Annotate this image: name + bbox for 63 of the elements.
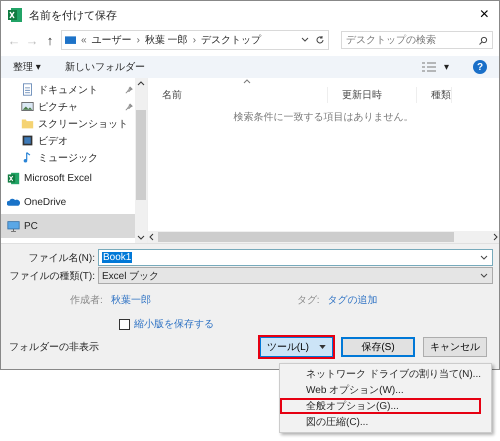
- document-icon: [21, 83, 34, 96]
- spreadsheet-app-icon: [7, 172, 20, 184]
- window-title: 名前を付けて保存: [29, 8, 117, 22]
- cancel-button[interactable]: キャンセル: [423, 337, 487, 357]
- nav-item[interactable]: OneDrive: [1, 190, 135, 214]
- hide-folders-button[interactable]: フォルダーの非表示: [7, 340, 99, 354]
- search-field[interactable]: デスクトップの検索: [341, 31, 493, 49]
- address-bar[interactable]: « ユーザー › 秋葉 一郎 › デスクトップ: [61, 30, 329, 50]
- scroll-right-icon[interactable]: [491, 233, 499, 241]
- nav-item[interactable]: ピクチャ: [1, 98, 135, 115]
- breadcrumb-separator: ›: [192, 34, 196, 46]
- column-header[interactable]: 名前: [148, 87, 328, 103]
- view-icon[interactable]: [422, 62, 436, 72]
- tools-button[interactable]: ツール(L): [260, 337, 333, 357]
- tags-label: タグ:: [296, 294, 320, 307]
- nav-item[interactable]: ドキュメント: [1, 81, 135, 98]
- film-icon: [21, 134, 34, 147]
- author-label: 作成者:: [70, 294, 103, 307]
- cloud-icon: [7, 196, 20, 208]
- scroll-down-icon[interactable]: [137, 233, 145, 241]
- save-thumbnail-label[interactable]: 縮小版を保存する: [134, 317, 214, 331]
- breadcrumb-separator: ›: [136, 34, 140, 46]
- new-folder-button[interactable]: 新しいフォルダー: [64, 60, 145, 74]
- filename-field[interactable]: Book1: [98, 249, 493, 266]
- nav-item[interactable]: Microsoft Excel: [1, 166, 135, 190]
- scroll-up-icon[interactable]: [137, 80, 145, 88]
- menu-item[interactable]: Web オプション(W)...: [280, 382, 481, 398]
- overflow-chevron[interactable]: «: [81, 34, 87, 46]
- vertical-scrollbar[interactable]: [135, 78, 147, 243]
- save-button[interactable]: 保存(S): [341, 337, 415, 357]
- horizontal-scrollbar[interactable]: [148, 231, 499, 243]
- add-tag-link[interactable]: タグの追加: [328, 293, 378, 307]
- breadcrumb[interactable]: 秋葉 一郎: [144, 33, 188, 47]
- help-button[interactable]: ?: [473, 60, 487, 74]
- column-header[interactable]: 種類: [417, 87, 452, 103]
- nav-item[interactable]: スクリーンショット: [1, 115, 135, 132]
- caret-icon: [319, 345, 326, 349]
- file-type-dropdown[interactable]: Excel ブック: [98, 267, 493, 284]
- close-button[interactable]: ×: [476, 6, 493, 24]
- breadcrumb[interactable]: デスクトップ: [201, 33, 262, 47]
- scroll-left-icon[interactable]: [148, 233, 156, 241]
- up-button[interactable]: ↑: [43, 32, 57, 48]
- folder-icon: [21, 117, 34, 130]
- menu-item[interactable]: 図の圧縮(C)...: [280, 414, 481, 430]
- author-link[interactable]: 秋葉一郎: [110, 293, 151, 307]
- picture-icon: [21, 100, 34, 113]
- nav-item[interactable]: ビデオ: [1, 132, 135, 149]
- empty-message: 検索条件に一致する項目はありません。: [232, 110, 414, 124]
- field-label: ファイルの種類(T):: [8, 270, 96, 282]
- field-label: ファイル名(N):: [27, 252, 96, 264]
- menu-item[interactable]: 全般オプション(G)...: [280, 398, 481, 414]
- checkbox[interactable]: [119, 318, 130, 330]
- organize-button[interactable]: 整理 ▾: [13, 60, 41, 74]
- search-icon: [478, 36, 488, 46]
- refresh-icon[interactable]: [315, 35, 325, 45]
- view-menu-button[interactable]: ▾: [444, 62, 449, 72]
- breadcrumb[interactable]: ユーザー: [92, 33, 132, 47]
- menu-item[interactable]: ネットワーク ドライブの割り当て(N)...: [280, 366, 481, 382]
- column-header[interactable]: 更新日時: [328, 87, 417, 103]
- spreadsheet-app-icon: [7, 7, 23, 23]
- nav-item[interactable]: ミュージック: [1, 149, 135, 166]
- nav-item[interactable]: PC: [1, 214, 135, 238]
- sort-caret-icon: [243, 79, 251, 84]
